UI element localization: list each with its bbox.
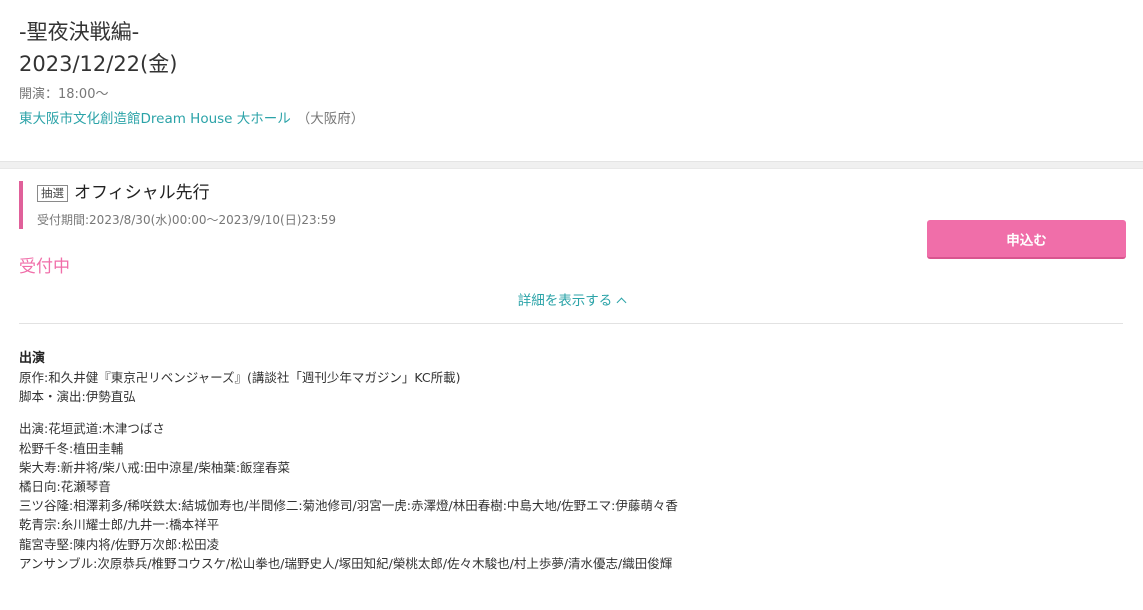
apply-button[interactable]: 申込む [927, 220, 1126, 259]
cast-heading: 出演 [19, 351, 46, 366]
cast-section: 出演 原作:和久井健『東京卍リベンジャーズ』(講談社「週刊少年マガジン」KC所載… [19, 349, 1123, 573]
section-divider [0, 161, 1143, 169]
performer-line: 橘日向:花瀬琴音 [19, 479, 111, 495]
performer-line: 松野千冬:植田圭輔 [19, 440, 124, 456]
sale-status: 受付中 [19, 257, 70, 277]
performer-line: 出演:花垣武道:木津つばさ [19, 421, 165, 437]
performer-line: 柴大寿:新井将/柴八戒:田中涼星/柴柚葉:飯窪春菜 [19, 459, 291, 475]
cast-spacer [19, 406, 1123, 419]
sale-title-row: 抽選 オフィシャル先行 [37, 182, 210, 204]
credit-line: 脚本・演出:伊勢直弘 [19, 389, 136, 405]
details-toggle-label: 詳細を表示する [517, 293, 613, 309]
venue-line: 東大阪市文化創造館Dream House 大ホール （大阪府） [19, 109, 1123, 129]
venue-prefecture: （大阪府） [296, 111, 365, 127]
performer-line: 三ツ谷隆:相澤莉多/稀咲鉄太:結城伽寿也/半間修二:菊池修司/羽宮一虎:赤澤燈/… [19, 498, 678, 514]
event-start-time: 開演：18:00〜 [19, 87, 109, 102]
sale-period: 受付期間:2023/8/30(水)00:00〜2023/9/10(日)23:59 [37, 213, 336, 227]
lottery-badge: 抽選 [37, 184, 68, 202]
details-toggle[interactable]: 詳細を表示する [0, 292, 1143, 310]
sale-name: オフィシャル先行 [74, 183, 210, 203]
sale-accent-bar [19, 181, 23, 229]
performer-line: アンサンブル:次原恭兵/椎野コウスケ/松山拳也/瑞野史人/塚田知紀/榮桃太郎/佐… [19, 555, 673, 571]
credit-line: 原作:和久井健『東京卍リベンジャーズ』(講談社「週刊少年マガジン」KC所載) [19, 370, 461, 385]
venue-link[interactable]: 東大阪市文化創造館Dream House 大ホール [19, 111, 291, 127]
performer-line: 龍宮寺堅:陳内将/佐野万次郎:松田凌 [19, 536, 220, 552]
event-date: 2023/12/22(金) [19, 52, 178, 76]
performer-line: 乾青宗:糸川耀士郎/九井一:橋本祥平 [19, 517, 220, 533]
event-subtitle: -聖夜決戦編- [19, 20, 140, 44]
chevron-up-icon [616, 297, 627, 308]
event-header: -聖夜決戦編- 2023/12/22(金) 開演：18:00〜 東大阪市文化創造… [19, 18, 1123, 129]
details-divider [19, 323, 1123, 324]
